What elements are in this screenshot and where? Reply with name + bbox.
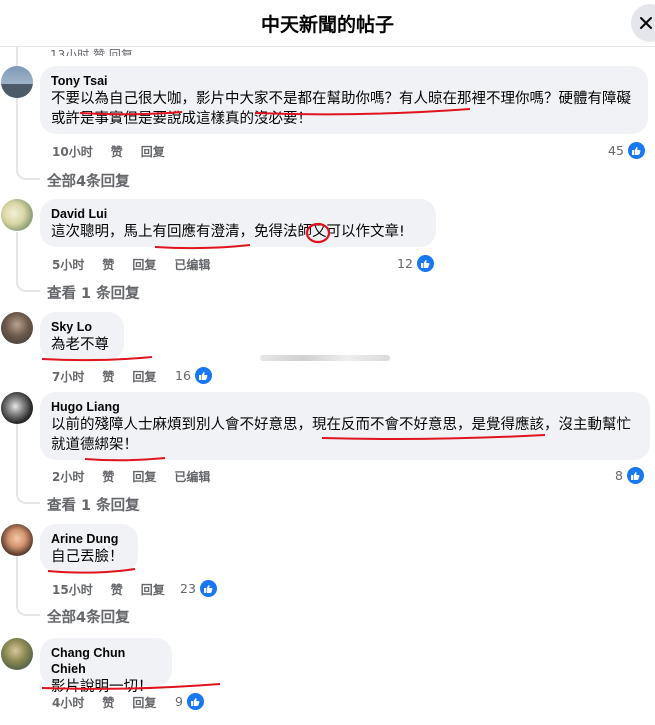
comment-time[interactable]: 15小时: [52, 581, 93, 598]
comment-author[interactable]: Tony Tsai: [51, 73, 637, 89]
comment-text: 自己丟臉！: [51, 549, 124, 565]
comment-author[interactable]: David Lui: [51, 206, 425, 222]
comment-time[interactable]: 2小时: [52, 468, 84, 485]
comment-bubble: Tony Tsai 不要以為自己很大咖，影片中大家不是都在幫助你嗎？有人晾在那裡…: [40, 66, 648, 134]
like-count: 23: [180, 581, 196, 596]
comment-author[interactable]: Arine Dung: [51, 531, 127, 547]
like-icon: [415, 254, 435, 273]
reaction-count[interactable]: 45: [608, 141, 646, 160]
comment-actions: 7小时 赞 回复: [52, 368, 174, 385]
reaction-count[interactable]: 23: [180, 579, 218, 598]
blurred-watermark: [260, 355, 390, 361]
comment-text: 為老不尊: [51, 337, 109, 353]
comment-actions: 10小时 赞 回复: [52, 143, 183, 160]
view-replies-link[interactable]: 查看 1 条回复: [47, 282, 140, 303]
comment-bubble: Hugo Liang 以前的殘障人士麻煩到別人會不好意思，現在反而不會不好意思，…: [40, 392, 650, 460]
reaction-count[interactable]: 16: [175, 366, 213, 385]
reply-button[interactable]: 回复: [132, 468, 156, 485]
previous-actions-text: 13小时 赞 回复: [50, 48, 133, 56]
reaction-count[interactable]: 12: [397, 254, 435, 273]
comment-actions: 15小时 赞 回复: [52, 581, 183, 598]
reaction-count[interactable]: 9: [175, 692, 205, 711]
edited-label: 已编辑: [174, 258, 211, 272]
comment-bubble: David Lui 這次聰明，馬上有回應有澄清，免得法師又可以作文章!: [40, 199, 436, 247]
avatar[interactable]: [1, 392, 33, 424]
comment-actions: 5小时 赞 回复 已编辑: [52, 256, 228, 273]
avatar[interactable]: [1, 199, 33, 231]
comment-bubble: Sky Lo 為老不尊: [40, 312, 124, 360]
comment-text: 不要以為自己很大咖，影片中大家不是都在幫助你嗎？有人晾在那裡不理你嗎？硬體有障礙…: [51, 91, 631, 127]
comment-author[interactable]: Sky Lo: [51, 319, 113, 335]
reply-button[interactable]: 回复: [141, 581, 165, 598]
like-count: 16: [175, 368, 191, 383]
comment-text: 以前的殘障人士麻煩到別人會不好意思，現在反而不會不好意思，是覺得應該，沒主動幫忙…: [51, 417, 631, 453]
comment-bubble: Chang Chun Chieh 影片說明一切！: [40, 638, 172, 695]
like-icon: [193, 366, 213, 385]
comment-time[interactable]: 5小时: [52, 256, 84, 273]
thread-connector: [16, 586, 40, 616]
like-button[interactable]: 赞: [102, 256, 114, 273]
like-button[interactable]: 赞: [102, 694, 114, 711]
like-icon: [185, 692, 205, 711]
avatar[interactable]: [1, 524, 33, 556]
avatar[interactable]: [1, 638, 33, 670]
like-count: 9: [175, 694, 183, 709]
thread-connector: [16, 262, 40, 292]
avatar[interactable]: [1, 66, 33, 98]
comment-actions: 4小时 赞 回复: [52, 694, 174, 711]
like-button[interactable]: 赞: [102, 468, 114, 485]
comment-author[interactable]: Hugo Liang: [51, 399, 639, 415]
like-icon: [198, 579, 218, 598]
comment-bubble: Arine Dung 自己丟臉！: [40, 524, 138, 572]
reply-button[interactable]: 回复: [132, 694, 156, 711]
thread-connector: [16, 474, 40, 504]
comment-actions: 2小时 赞 回复 已编辑: [52, 468, 228, 485]
like-count: 45: [608, 143, 624, 158]
view-replies-link[interactable]: 全部4条回复: [47, 170, 130, 191]
next-comment-peek: [0, 718, 655, 725]
like-count: 8: [615, 468, 623, 483]
view-replies-link[interactable]: 查看 1 条回复: [47, 494, 140, 515]
comment-text: 這次聰明，馬上有回應有澄清，免得法師又可以作文章!: [51, 224, 405, 240]
like-icon: [625, 466, 645, 485]
page-title: 中天新聞的帖子: [260, 14, 394, 36]
thread-connector: [16, 150, 40, 180]
comment-author[interactable]: Chang Chun Chieh: [51, 645, 161, 677]
reaction-count[interactable]: 8: [615, 466, 645, 485]
like-count: 12: [397, 256, 413, 271]
thread-line: [16, 46, 18, 66]
like-button[interactable]: 赞: [111, 581, 123, 598]
comment-time[interactable]: 4小时: [52, 694, 84, 711]
reply-button[interactable]: 回复: [132, 368, 156, 385]
comment-time[interactable]: 7小时: [52, 368, 84, 385]
view-replies-link[interactable]: 全部4条回复: [47, 606, 130, 627]
edited-label: 已编辑: [174, 470, 211, 484]
reply-button[interactable]: 回复: [132, 256, 156, 273]
avatar-image: [1, 84, 33, 98]
reply-button[interactable]: 回复: [141, 143, 165, 160]
like-button[interactable]: 赞: [111, 143, 123, 160]
like-button[interactable]: 赞: [102, 368, 114, 385]
post-header: 中天新聞的帖子: [0, 0, 655, 47]
close-icon: [640, 17, 652, 29]
like-icon: [626, 141, 646, 160]
previous-comment-actions: 13小时 赞 回复: [50, 46, 133, 56]
avatar[interactable]: [1, 312, 33, 344]
comment-time[interactable]: 10小时: [52, 143, 93, 160]
